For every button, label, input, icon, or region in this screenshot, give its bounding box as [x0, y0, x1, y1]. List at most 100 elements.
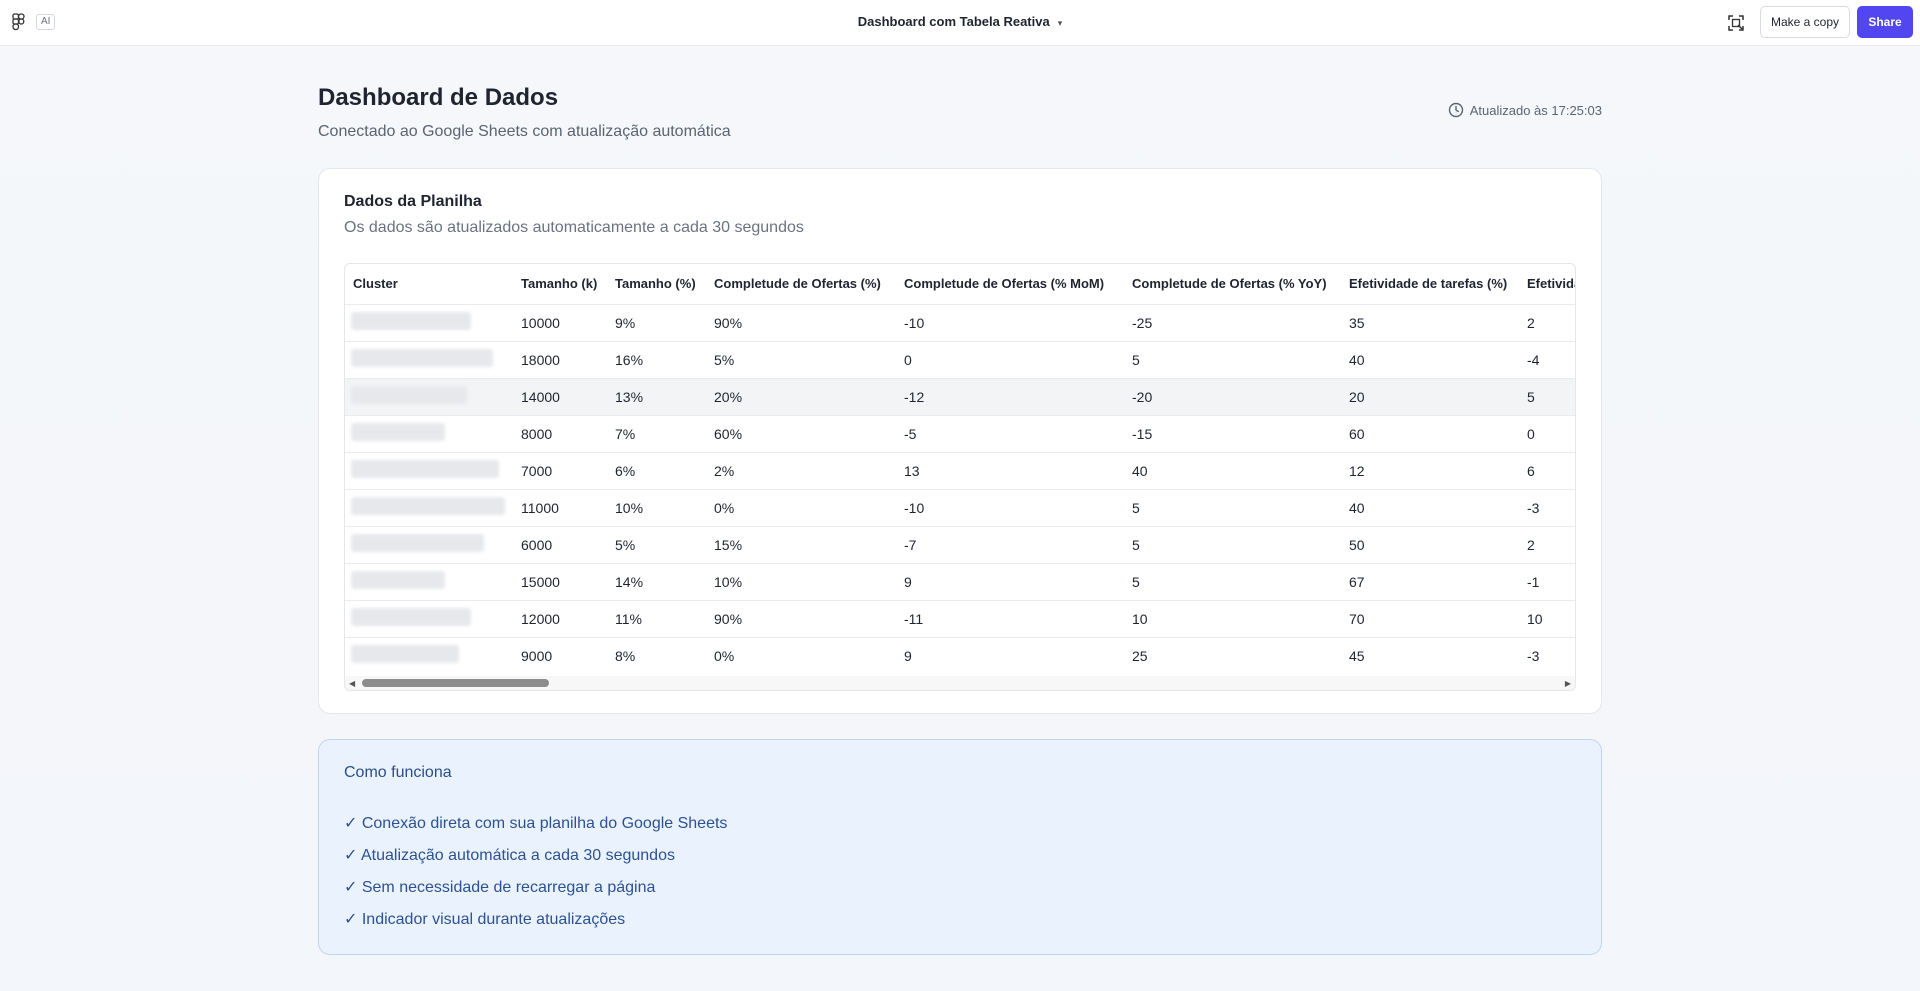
table-cell: 0% [706, 488, 896, 526]
column-header: Cluster [353, 276, 398, 292]
cluster-cell [345, 377, 513, 415]
table-row[interactable]: 15000 14% 10% 9 5 67 -1 [345, 562, 1575, 600]
table-cell: 10% [706, 562, 896, 600]
table-cell: 11000 [513, 488, 607, 526]
table-row[interactable]: 6000 5% 15% -7 5 50 2 [345, 525, 1575, 563]
table-cell: 5% [706, 340, 896, 378]
info-title: Como funciona [344, 764, 452, 781]
table-cell: 12 [1341, 451, 1519, 489]
redacted-cluster-name [351, 645, 459, 664]
card-title: Dados da Planilha [344, 193, 482, 210]
table-cell: -10 [896, 488, 1124, 526]
table-cell: 9 [896, 636, 1124, 674]
table-cell: 11% [607, 599, 706, 637]
column-header: Completude de Ofertas (% YoY) [1132, 276, 1327, 292]
column-header: Completude de Ofertas (%) [714, 276, 881, 292]
table-cell: 16% [607, 340, 706, 378]
table-cell: 0 [1519, 414, 1575, 452]
redacted-cluster-name [351, 312, 471, 330]
updated-timestamp: Atualizado às 17:25:03 [1448, 102, 1602, 118]
chevron-down-icon[interactable]: ▾ [1058, 18, 1063, 28]
info-list: ✓ Conexão direta com sua planilha do Goo… [344, 813, 727, 941]
page-title: Dashboard de Dados [318, 84, 559, 111]
table-cell: 13% [607, 377, 706, 415]
table-scroll-container[interactable]: Cluster Tamanho (k) Tamanho (%) Completude … [344, 263, 1576, 691]
clock-icon [1448, 102, 1463, 118]
table-cell: 90% [706, 303, 896, 341]
table-cell: 40 [1341, 340, 1519, 378]
redacted-cluster-name [351, 386, 467, 404]
table-cell: 45 [1341, 636, 1519, 674]
table-cell: -20 [1124, 377, 1341, 415]
cluster-cell [345, 636, 513, 674]
table-row[interactable]: 11000 10% 0% -10 5 40 -3 [345, 488, 1575, 526]
table-cell: 0 [896, 340, 1124, 378]
table-cell: 5 [1519, 377, 1575, 415]
table-cell: 60 [1341, 414, 1519, 452]
table-cell: 5 [1124, 525, 1341, 563]
table-cell: 25 [1124, 636, 1341, 674]
project-title[interactable]: Dashboard com Tabela Reativa ▾ [0, 14, 1920, 29]
column-header: Completude de Ofertas (% MoM) [904, 276, 1105, 292]
redacted-cluster-name [351, 349, 493, 367]
table-cell: -5 [896, 414, 1124, 452]
redacted-cluster-name [351, 608, 471, 626]
scroll-right-arrow-icon[interactable]: ▶ [1565, 679, 1571, 688]
redacted-cluster-name [351, 423, 445, 441]
table-cell: 8000 [513, 414, 607, 452]
table-cell: 9% [607, 303, 706, 341]
table-cell: 5 [1124, 340, 1341, 378]
table-cell: 40 [1124, 451, 1341, 489]
column-header: Tamanho (k) [521, 276, 598, 292]
table-row[interactable]: 18000 16% 5% 0 5 40 -4 [345, 340, 1575, 378]
table-cell: -11 [896, 599, 1124, 637]
scrollbar-thumb[interactable] [362, 679, 549, 687]
table-cell: -15 [1124, 414, 1341, 452]
table-cell: -7 [896, 525, 1124, 563]
cluster-cell [345, 525, 513, 563]
table-body: 10000 9% 90% -10 -25 35 2 18000 16% 5% 0 5 40 -4 14000… [345, 303, 1575, 674]
table-row[interactable]: 14000 13% 20% -12 -20 20 5 [345, 377, 1575, 415]
table-row[interactable]: 12000 11% 90% -11 10 70 10 [345, 599, 1575, 637]
horizontal-scrollbar[interactable]: ◀ ▶ [345, 676, 1575, 690]
top-bar: AI Dashboard com Tabela Reativa ▾ Make a … [0, 0, 1920, 46]
info-list-item: ✓ Indicador visual durante atualizações [344, 911, 626, 928]
table-cell: 90% [706, 599, 896, 637]
table-cell: 15000 [513, 562, 607, 600]
table-cell: 20 [1341, 377, 1519, 415]
table-cell: -12 [896, 377, 1124, 415]
table-row[interactable]: 9000 8% 0% 9 25 45 -3 [345, 636, 1575, 674]
table-cell: 6000 [513, 525, 607, 563]
table-cell: 7% [607, 414, 706, 452]
table-cell: 40 [1341, 488, 1519, 526]
cluster-cell [345, 303, 513, 341]
how-it-works-box: Como funciona ✓ Conexão direta com sua p… [318, 739, 1602, 955]
make-copy-button[interactable]: Make a copy [1760, 6, 1850, 38]
table-cell: 10000 [513, 303, 607, 341]
table-cell: 14% [607, 562, 706, 600]
cluster-cell [345, 414, 513, 452]
card-subtitle: Os dados são atualizados automaticamente… [344, 219, 804, 236]
scroll-left-arrow-icon[interactable]: ◀ [349, 679, 355, 688]
table-cell: 20% [706, 377, 896, 415]
table-header-row: Cluster Tamanho (k) Tamanho (%) Completude … [345, 264, 1575, 304]
table-row[interactable]: 8000 7% 60% -5 -15 60 0 [345, 414, 1575, 452]
table-cell: 2% [706, 451, 896, 489]
data-card: Dados da Planilha Os dados são atualizad… [318, 168, 1602, 714]
project-title-text[interactable]: Dashboard com Tabela Reativa [858, 14, 1050, 29]
table-cell: 9 [896, 562, 1124, 600]
inspect-frame-icon[interactable] [1724, 11, 1748, 35]
table-cell: 9000 [513, 636, 607, 674]
table-row[interactable]: 10000 9% 90% -10 -25 35 2 [345, 303, 1575, 341]
table-cell: 0% [706, 636, 896, 674]
share-button[interactable]: Share [1857, 6, 1913, 38]
table-cell: 10% [607, 488, 706, 526]
data-table: Cluster Tamanho (k) Tamanho (%) Completude … [345, 264, 1575, 674]
table-cell: 8% [607, 636, 706, 674]
info-list-item: ✓ Atualização automática a cada 30 segun… [344, 847, 675, 864]
table-cell: 5% [607, 525, 706, 563]
redacted-cluster-name [351, 497, 505, 515]
table-row[interactable]: 7000 6% 2% 13 40 12 6 [345, 451, 1575, 489]
table-cell: 6% [607, 451, 706, 489]
redacted-cluster-name [351, 571, 445, 589]
